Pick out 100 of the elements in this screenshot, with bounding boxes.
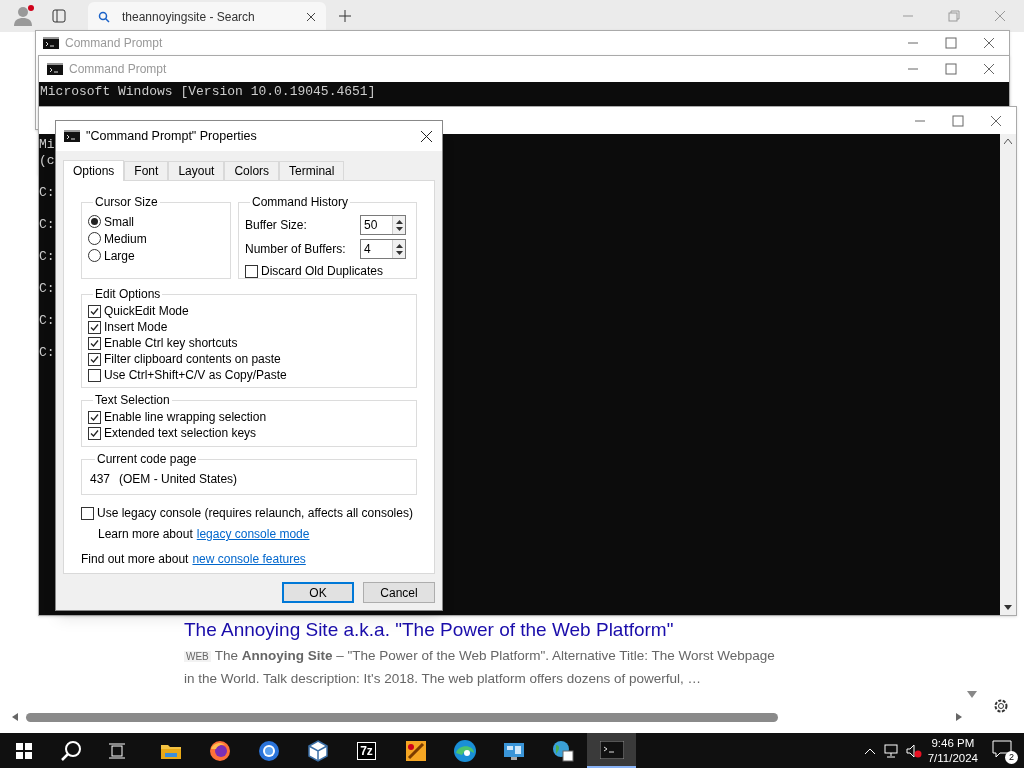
- code-page-number: 437: [90, 471, 111, 488]
- dialog-title: "Command Prompt" Properties: [86, 127, 257, 145]
- group-label: Current code page: [96, 451, 198, 468]
- scroll-left-icon[interactable]: [12, 713, 18, 721]
- checkbox-label: Enable Ctrl key shortcuts: [104, 335, 238, 352]
- window-title: Command Prompt: [69, 61, 167, 78]
- checkbox-label: Insert Mode: [104, 319, 168, 336]
- result-title[interactable]: The Annoying Site a.k.a. "The Power of the Web Platform": [184, 618, 784, 642]
- scroll-right-icon[interactable]: [956, 713, 962, 721]
- tab[interactable]: Options: [63, 160, 125, 181]
- group-label: Edit Options: [94, 286, 162, 303]
- checkbox-label: QuickEdit Mode: [104, 303, 189, 320]
- firefox-icon: [208, 739, 231, 762]
- console-line: C:: [39, 217, 55, 233]
- task-view-icon[interactable]: [108, 742, 126, 759]
- new-tab-icon[interactable]: [338, 9, 352, 23]
- close-icon[interactable]: [420, 129, 433, 143]
- taskbar-app[interactable]: [587, 733, 636, 768]
- taskbar-app[interactable]: 7z: [342, 733, 391, 768]
- console-line: C:: [39, 281, 55, 297]
- help-text: Find out more about: [81, 551, 189, 568]
- group-label: Text Selection: [94, 392, 171, 409]
- field-label: Number of Buffers:: [245, 241, 346, 258]
- horizontal-scrollbar[interactable]: [12, 711, 962, 723]
- edge-icon: [452, 738, 477, 763]
- checkbox-label: Filter clipboard contents on paste: [104, 351, 281, 368]
- scroll-down-arrow-icon[interactable]: [967, 691, 977, 699]
- paint-icon: [404, 739, 427, 762]
- vertical-scrollbar[interactable]: [1000, 134, 1016, 615]
- terminal-icon: [599, 740, 624, 759]
- scroll-down-icon[interactable]: [1004, 605, 1012, 611]
- checkbox-label: Use legacy console (requires relaunch, affects all consoles): [97, 505, 413, 522]
- help-link[interactable]: legacy console mode: [196, 525, 310, 543]
- radio-button[interactable]: [88, 249, 101, 262]
- checkbox-label: Discard Old Duplicates: [261, 263, 384, 280]
- radio-button[interactable]: [88, 215, 101, 228]
- checkbox-label: Enable line wrapping selection: [104, 409, 267, 426]
- checkbox[interactable]: [88, 426, 101, 440]
- checkbox[interactable]: [81, 506, 94, 520]
- checkbox[interactable]: [88, 410, 101, 424]
- settings-icon[interactable]: [992, 697, 1010, 715]
- ring-icon: [257, 739, 280, 762]
- browser-tab[interactable]: theannoyingsite - Search: [88, 2, 326, 32]
- group-label: Cursor Size: [94, 194, 159, 211]
- tab[interactable]: Font: [124, 161, 169, 180]
- search-icon[interactable]: [60, 739, 82, 762]
- maximize-icon[interactable]: [945, 37, 957, 49]
- help-text: Learn more about: [98, 526, 193, 543]
- dialog-button[interactable]: OK: [282, 582, 354, 603]
- muted-speaker-icon[interactable]: [905, 743, 922, 758]
- checkbox[interactable]: [88, 336, 101, 350]
- cube-icon: [306, 739, 329, 762]
- window-title: Command Prompt: [65, 35, 163, 52]
- checkbox-label: Use Ctrl+Shift+C/V as Copy/Paste: [104, 367, 287, 384]
- console-line: C:: [39, 249, 55, 265]
- clock-date[interactable]: 7/11/2024: [927, 750, 978, 766]
- tab-title: theannoyingsite - Search: [122, 9, 256, 26]
- checkbox[interactable]: [245, 264, 258, 278]
- checkbox[interactable]: [88, 320, 101, 334]
- number-spinner[interactable]: 50: [360, 215, 406, 235]
- console-icon: [47, 63, 63, 75]
- search-icon: [98, 11, 110, 23]
- radio-label: Large: [104, 247, 135, 265]
- clock-time[interactable]: 9:46 PM: [931, 735, 975, 751]
- radio-label: Medium: [104, 230, 147, 248]
- console-line: Microsoft Windows [Version 10.0.19045.4651]: [40, 84, 376, 100]
- maximize-icon[interactable]: [945, 63, 957, 75]
- help-link[interactable]: new console features: [192, 550, 306, 568]
- tab[interactable]: Terminal: [279, 161, 345, 180]
- sidebar-icon[interactable]: [52, 9, 66, 23]
- checkbox[interactable]: [88, 352, 101, 366]
- scroll-up-icon[interactable]: [1004, 138, 1012, 144]
- console-line: C:: [39, 185, 55, 201]
- console-line: Mi: [39, 137, 55, 153]
- source-badge: WEB: [184, 651, 211, 662]
- console-line: C:: [39, 313, 55, 329]
- result-snippet: WEB The Annoying Site – "The Power of the Web Platform". Alternative Title: The Worst Webpage in the World. Talk description: It's 2018. The web platform offers dozens of powerful, …: [184, 648, 775, 686]
- tab[interactable]: Colors: [224, 161, 280, 180]
- tab[interactable]: Layout: [168, 161, 225, 180]
- chevron-up-icon[interactable]: [863, 746, 876, 755]
- console-line: (c: [39, 153, 55, 169]
- checkbox[interactable]: [88, 304, 101, 318]
- radio-label: Small: [104, 213, 134, 231]
- profile-icon[interactable]: [12, 5, 34, 27]
- close-icon[interactable]: [306, 12, 316, 22]
- console-line: C:: [39, 345, 55, 361]
- network-icon[interactable]: [883, 743, 900, 758]
- dialog-button[interactable]: Cancel: [363, 582, 435, 603]
- monitor-icon: [502, 740, 525, 761]
- windows-start-icon[interactable]: [16, 742, 32, 759]
- checkbox[interactable]: [88, 368, 101, 382]
- maximize-icon[interactable]: [952, 114, 964, 127]
- field-label: Buffer Size:: [245, 217, 307, 234]
- console-icon: [64, 130, 80, 142]
- group-label: Command History: [251, 194, 350, 211]
- number-spinner[interactable]: 4: [360, 239, 406, 259]
- radio-button[interactable]: [88, 232, 101, 245]
- checkbox-label: Extended text selection keys: [104, 425, 257, 442]
- notification-count: 2: [1005, 750, 1018, 764]
- archiver-icon[interactable]: 7z: [357, 741, 376, 760]
